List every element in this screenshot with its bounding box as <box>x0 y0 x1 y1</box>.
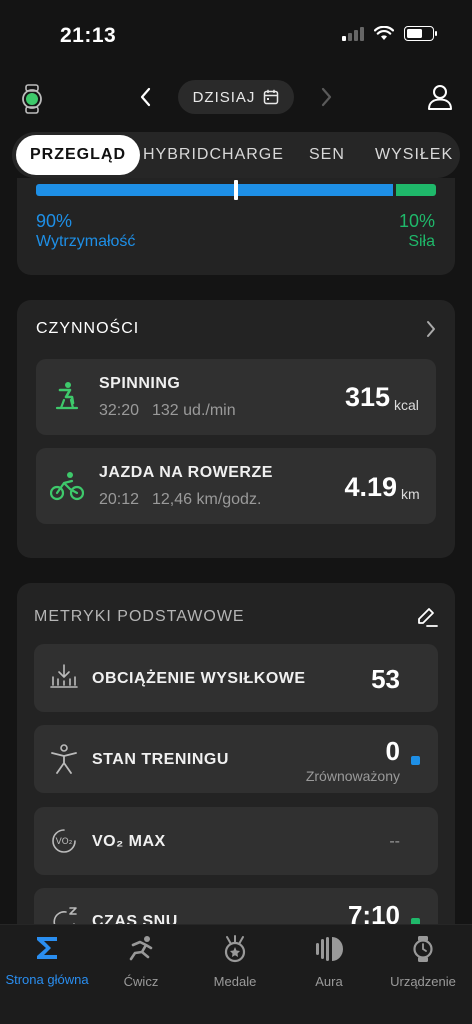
nav-label: Urządzenie <box>390 974 456 989</box>
wifi-icon <box>374 26 394 40</box>
chevron-right-icon[interactable] <box>422 318 440 340</box>
training-load-icon <box>50 664 78 688</box>
endurance-label: Wytrzymałość <box>36 233 136 250</box>
metric-name: OBCIĄŻENIE WYSIŁKOWE <box>92 670 306 687</box>
nav-device[interactable]: Urządzenie <box>376 935 470 989</box>
training-status-icon <box>51 744 77 774</box>
endurance-percent: 90% <box>36 211 73 231</box>
nav-label: Strona główna <box>5 972 89 987</box>
metrics-title: METRYKI PODSTAWOWE <box>34 608 245 625</box>
nav-label: Aura <box>315 974 343 989</box>
medal-icon <box>224 935 246 963</box>
activity-duration: 20:12 <box>99 491 140 508</box>
metric-value: 0 <box>385 736 400 766</box>
edit-pencil-icon[interactable] <box>415 605 439 629</box>
battery-icon <box>404 26 437 41</box>
sigma-icon <box>37 937 57 959</box>
activity-name: JAZDA NA ROWERZE <box>99 464 273 481</box>
metric-value: 53 <box>371 664 400 694</box>
svg-text:VO₂: VO₂ <box>56 837 73 847</box>
top-nav: DZISIAJ <box>0 78 472 118</box>
balance-marker <box>234 180 238 200</box>
activity-unit: km <box>401 486 420 502</box>
nav-train[interactable]: Ćwicz <box>94 935 188 989</box>
watch-device-icon[interactable] <box>20 84 44 114</box>
running-icon <box>129 936 153 961</box>
date-label: DZISIAJ <box>192 88 256 106</box>
metric-name: STAN TRENINGU <box>92 751 229 768</box>
chevron-right-icon[interactable] <box>316 85 336 109</box>
aura-icon <box>316 937 343 961</box>
activity-duration: 32:20 <box>99 402 140 419</box>
activity-unit: kcal <box>394 397 419 413</box>
activity-value: 315 <box>344 382 390 412</box>
metric-value: -- <box>389 833 400 850</box>
tab-sleep[interactable]: SEN <box>309 132 345 178</box>
activity-value: 4.19 <box>344 472 397 502</box>
nav-home[interactable]: Strona główna <box>0 935 94 987</box>
activity-name: SPINNING <box>99 375 181 392</box>
status-indicator <box>411 756 420 765</box>
status-time: 21:13 <box>60 24 117 47</box>
date-selector[interactable]: DZISIAJ <box>178 80 294 114</box>
activity-detail: 132 ud./min <box>152 402 236 419</box>
activity-detail: 12,46 km/godz. <box>152 491 262 508</box>
status-icons <box>342 26 437 41</box>
calendar-icon <box>264 89 279 105</box>
metric-sub: Zrównoważony <box>305 768 400 784</box>
vo2max-icon: VO₂ <box>52 829 76 853</box>
tab-hybridcharge[interactable]: HYBRIDCHARGE <box>143 132 284 178</box>
strength-label: Siła <box>408 233 435 250</box>
tab-bar: PRZEGLĄD HYBRIDCHARGE SEN WYSIŁEK <box>12 132 460 178</box>
watch-icon <box>413 936 433 962</box>
nav-aura[interactable]: Aura <box>282 935 376 989</box>
cellular-signal-icon <box>342 26 364 41</box>
bottom-nav: Strona główna Ćwicz Medale Aura Urządzen… <box>0 924 472 1024</box>
metric-name: VO₂ MAX <box>92 833 166 850</box>
profile-icon[interactable] <box>426 83 454 111</box>
nav-label: Medale <box>213 974 257 989</box>
balance-bar <box>36 180 436 200</box>
cycling-icon <box>50 472 84 501</box>
status-bar: 21:13 <box>0 0 472 70</box>
activities-title: CZYNNOŚCI <box>36 320 140 337</box>
tab-overview[interactable]: PRZEGLĄD <box>16 135 140 175</box>
tab-effort[interactable]: WYSIŁEK <box>375 132 453 178</box>
nav-medals[interactable]: Medale <box>188 935 282 989</box>
nav-label: Ćwicz <box>123 974 159 989</box>
spinning-bike-icon <box>55 382 79 410</box>
strength-bar <box>396 184 436 196</box>
strength-percent: 10% <box>398 211 435 231</box>
chevron-left-icon[interactable] <box>136 85 156 109</box>
endurance-bar <box>36 184 393 196</box>
